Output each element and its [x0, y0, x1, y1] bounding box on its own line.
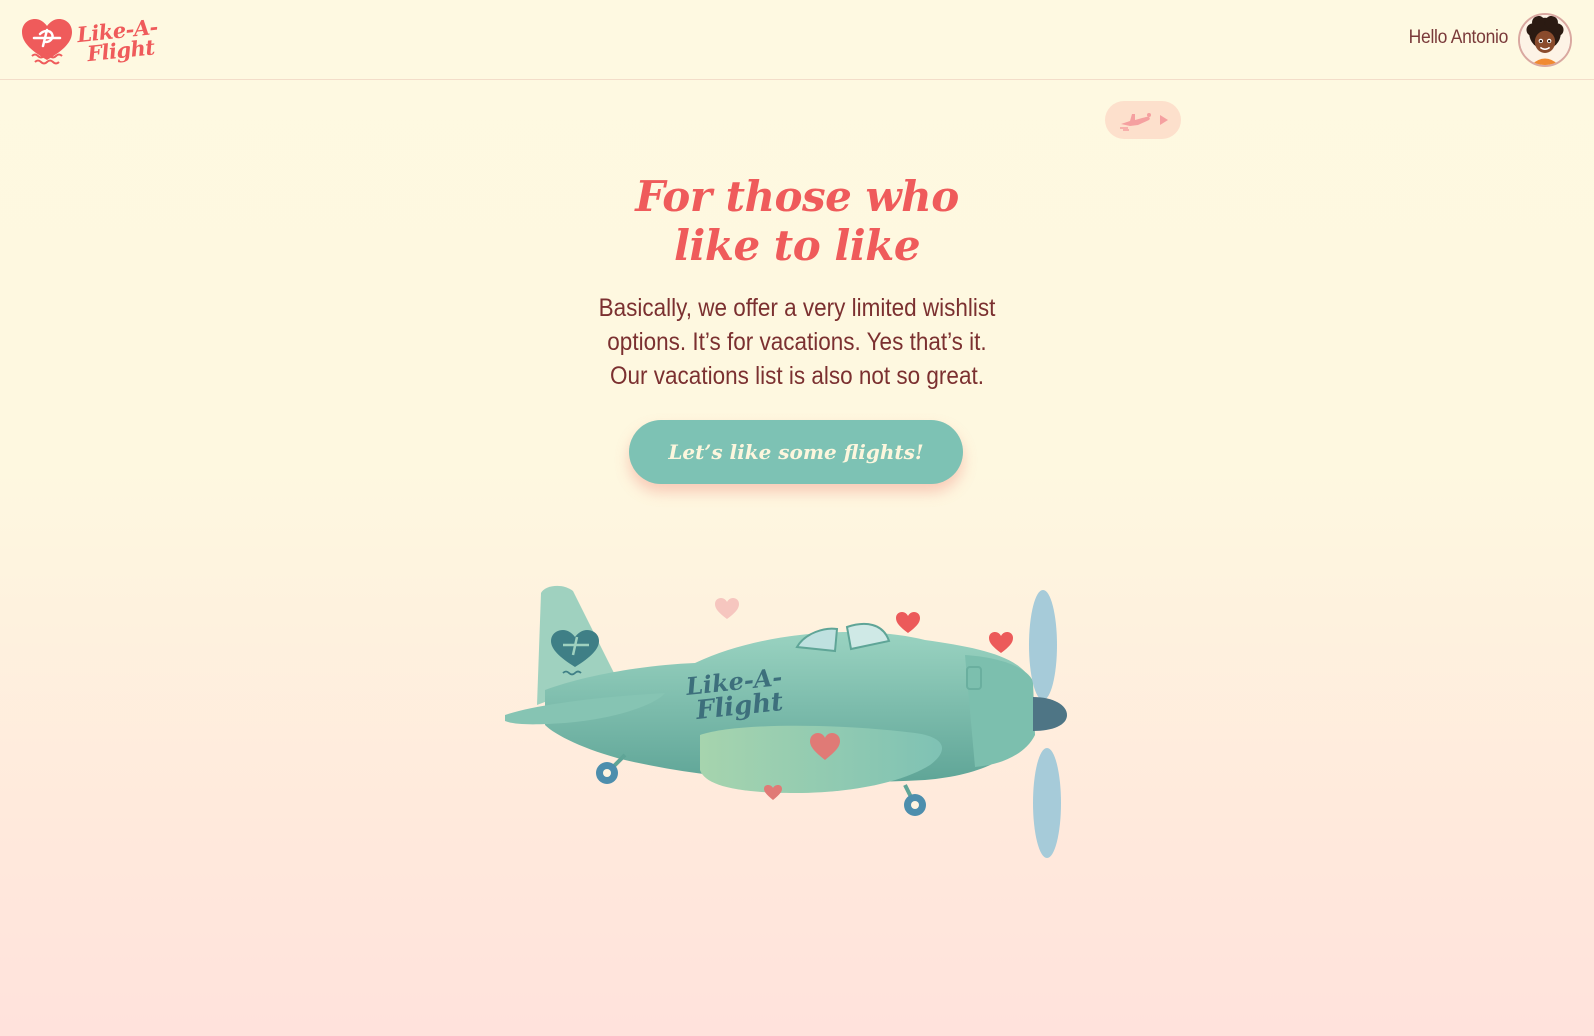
hero-description-line-2: options. It’s for vacations. Yes that’s …	[607, 328, 987, 356]
user-greeting: Hello Antonio	[1408, 27, 1509, 48]
music-toggle-button[interactable]	[1105, 101, 1181, 139]
hero-title: For those who like to like	[0, 172, 1594, 270]
user-avatar[interactable]	[1518, 13, 1572, 67]
brand-logo[interactable]: Like-A- Flight	[20, 14, 170, 67]
airplane-illustration: Like-A- Flight	[505, 585, 1067, 858]
logo-line-2: Flight	[85, 34, 156, 67]
airplane-icon	[1120, 113, 1151, 131]
hero-description: Basically, we offer a very limited wishl…	[590, 291, 1004, 393]
hero-title-line-1: For those who	[635, 172, 959, 221]
avatar-icon	[1520, 15, 1570, 65]
logo-wordmark: Like-A- Flight	[76, 14, 161, 67]
heart-logo-icon	[22, 19, 72, 65]
hero-title-line-2: like to like	[673, 221, 921, 270]
like-flights-button[interactable]: Let’s like some flights!	[629, 420, 963, 484]
hero-description-line-1: Basically, we offer a very limited wishl…	[598, 294, 996, 322]
play-icon	[1160, 115, 1168, 125]
hero-description-line-3: Our vacations list is also not so great.	[610, 362, 984, 390]
top-header: Like-A- Flight Hello Antonio	[0, 0, 1594, 80]
